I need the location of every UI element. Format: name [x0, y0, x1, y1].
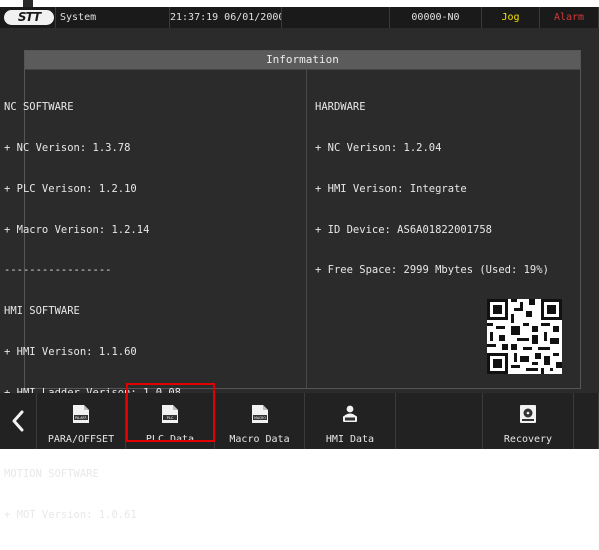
button-label: Recovery — [503, 434, 553, 445]
file-icon: MACRO — [251, 405, 268, 423]
function-key-bar: PA.AFF. PARA/OFFSET PLC PLC Data MACRO M… — [0, 393, 599, 449]
file-icon-text: PLC — [167, 416, 174, 420]
title-tab-mark — [23, 0, 33, 7]
clock: 21:37:19 06/01/2000 — [170, 7, 282, 28]
info-line: + NC Verison: 1.2.04 — [315, 141, 442, 154]
button-label: Macro Data — [229, 434, 290, 445]
back-button[interactable] — [0, 393, 37, 449]
recovery-button[interactable]: Recovery — [483, 393, 574, 449]
software-info-list: NC SOFTWARE + NC Verison: 1.3.78 + PLC V… — [4, 74, 181, 550]
info-line: + Free Space: 2999 Mbytes (Used: 19%) — [315, 264, 549, 277]
info-line: HMI SOFTWARE — [4, 305, 80, 318]
info-line: + ID Device: AS6A01822001758 — [315, 223, 493, 236]
panel-title: Information — [25, 51, 580, 70]
info-line: + Macro Verison: 1.2.14 — [4, 223, 150, 236]
file-icon-text: PA.AFF. — [75, 416, 87, 420]
info-line: + NC Verison: 1.3.78 — [4, 141, 131, 154]
alarm-indicator[interactable]: Alarm — [540, 7, 599, 28]
qr-code-icon — [487, 299, 562, 374]
software-column: NC SOFTWARE + NC Verison: 1.3.78 + PLC V… — [4, 70, 307, 521]
info-line: + PLC Verison: 1.2.10 — [4, 182, 137, 195]
chevron-left-icon — [12, 410, 24, 432]
info-line: + MOT Version: 1.0.61 — [4, 509, 137, 521]
button-label: HMI Data — [325, 434, 375, 445]
screenshot: STT System 21:37:19 06/01/2000 00000-N0 … — [0, 0, 599, 521]
file-icon-text: MACRO — [254, 416, 266, 420]
file-icon: PLC — [162, 405, 178, 423]
info-line: + HMI Verison: 1.1.60 — [4, 345, 137, 358]
info-line: HARDWARE — [315, 101, 366, 114]
mode-indicator: Jog — [482, 7, 540, 28]
info-line: MOTION SOFTWARE — [4, 468, 99, 481]
brand-logo-icon: STT — [4, 10, 54, 25]
user-computer-icon — [343, 405, 357, 422]
hmi-data-button[interactable]: HMI Data — [305, 393, 396, 449]
empty-softkey[interactable] — [396, 393, 483, 449]
macro-data-button[interactable]: MACRO Macro Data — [215, 393, 305, 449]
program-code: 00000-N0 — [390, 7, 482, 28]
button-label: PARA/OFFSET — [47, 434, 115, 445]
plc-data-button[interactable]: PLC PLC Data — [126, 393, 215, 449]
empty-softkey[interactable] — [574, 393, 599, 449]
separator-line: ----------------- — [4, 264, 112, 277]
para-offset-button[interactable]: PA.AFF. PARA/OFFSET — [37, 393, 126, 449]
screen-title: System — [56, 7, 170, 28]
info-line: + HMI Verison: Integrate — [315, 182, 467, 195]
logo: STT — [0, 7, 56, 28]
recovery-disk-icon — [520, 405, 536, 423]
button-label: PLC Data — [145, 434, 195, 445]
info-line: NC SOFTWARE — [4, 101, 74, 114]
controller-screen: STT System 21:37:19 06/01/2000 00000-N0 … — [0, 7, 599, 521]
status-empty — [282, 7, 390, 28]
hardware-info-list: HARDWARE + NC Verison: 1.2.04 + HMI Veri… — [315, 74, 549, 305]
status-bar: STT System 21:37:19 06/01/2000 00000-N0 … — [0, 7, 599, 28]
information-panel: Information NC SOFTWARE + NC Verison: 1.… — [4, 50, 581, 521]
file-icon: PA.AFF. — [73, 405, 89, 423]
